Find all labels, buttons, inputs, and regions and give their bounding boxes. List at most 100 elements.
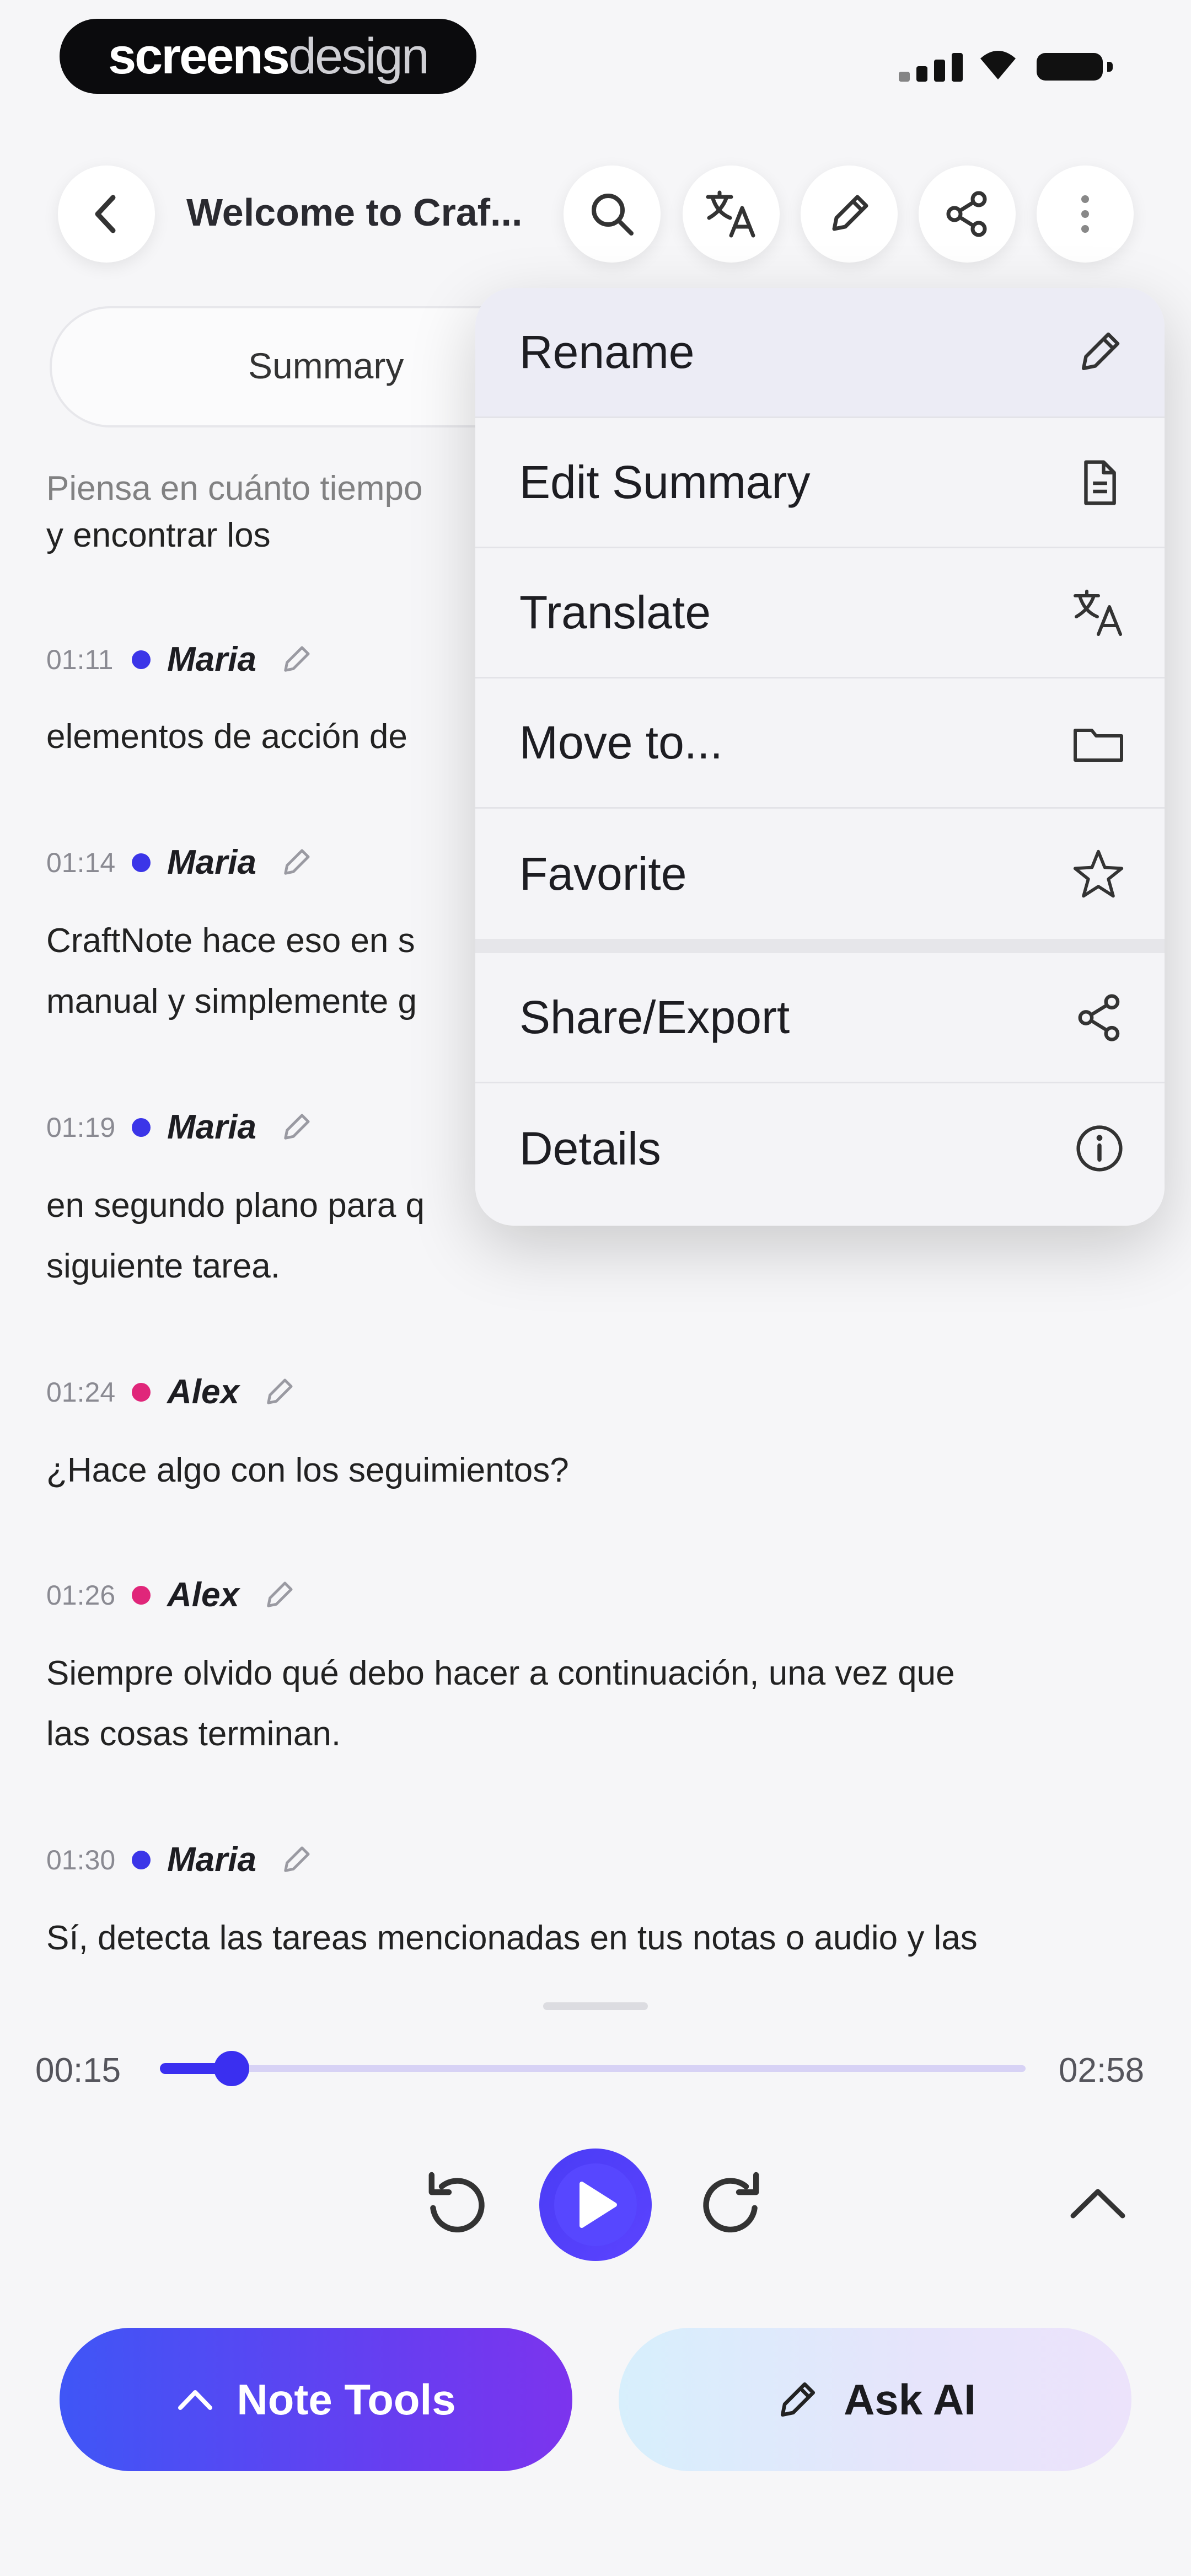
star-icon — [1073, 849, 1124, 898]
transcript-line: y encontrar los — [46, 516, 271, 554]
more-vertical-icon — [1081, 195, 1089, 233]
transcript-line: elementos de acción de — [46, 718, 407, 756]
note-tools-button[interactable]: Note Tools — [60, 2328, 572, 2471]
speaker-name[interactable]: Alex — [167, 1575, 239, 1615]
edit-speaker-icon[interactable] — [278, 642, 314, 677]
drag-handle[interactable] — [543, 2002, 648, 2010]
rewind-icon[interactable] — [420, 2168, 492, 2240]
current-time: 00:15 — [35, 2051, 121, 2089]
cellular-signal-icon — [899, 53, 963, 82]
info-icon — [1076, 1125, 1123, 1172]
timestamp: 01:19 — [46, 1111, 116, 1143]
transcript-entry-meta: 01:14 Maria — [46, 843, 314, 882]
transcript-line: manual y simplemente g — [46, 982, 417, 1020]
transcript-entry-meta: 01:30 Maria — [46, 1840, 314, 1879]
menu-item-label: Details — [519, 1122, 661, 1174]
timestamp: 01:30 — [46, 1844, 116, 1875]
pencil-icon — [1082, 332, 1120, 370]
menu-item-rename[interactable]: Rename — [475, 288, 1165, 418]
transcript-line: Piensa en cuánto tiempo — [46, 469, 423, 507]
menu-item-label: Favorite — [519, 847, 687, 900]
brand-bold-text: screens — [108, 28, 290, 84]
screensdesign-logo: screens design — [60, 19, 476, 94]
menu-item-label: Move to... — [519, 717, 723, 768]
sparkle-pen-icon — [781, 2382, 816, 2417]
edit-speaker-icon[interactable] — [278, 1110, 314, 1145]
search-button[interactable] — [564, 165, 661, 263]
menu-item-label: Edit Summary — [519, 456, 811, 508]
menu-item-label: Rename — [519, 326, 695, 378]
timestamp: 01:24 — [46, 1376, 116, 1408]
note-tools-label: Note Tools — [237, 2375, 456, 2424]
fast-forward-icon[interactable] — [696, 2168, 768, 2240]
progress-thumb[interactable] — [214, 2051, 249, 2086]
play-icon — [580, 2182, 617, 2228]
speaker-name[interactable]: Maria — [167, 1840, 256, 1879]
brand-light-text: design — [288, 28, 430, 84]
speaker-dot — [132, 1118, 151, 1137]
menu-item-share-export[interactable]: Share/Export — [475, 953, 1165, 1083]
transcript-entry-meta: 01:24 Alex — [46, 1372, 297, 1412]
menu-item-label: Translate — [519, 586, 711, 638]
share-icon — [1078, 993, 1120, 1041]
menu-item-edit-summary[interactable]: Edit Summary — [475, 418, 1165, 548]
speaker-dot — [132, 1585, 151, 1605]
share-icon — [946, 191, 987, 237]
speaker-dot — [132, 1382, 151, 1402]
menu-item-favorite[interactable]: Favorite — [475, 809, 1165, 939]
edit-button[interactable] — [801, 165, 898, 263]
share-button[interactable] — [919, 165, 1016, 263]
document-icon — [1084, 459, 1116, 505]
translate-icon — [706, 190, 755, 238]
chevron-up-icon — [178, 2390, 213, 2410]
back-button[interactable] — [58, 165, 155, 263]
transcript-line: en segundo plano para q — [46, 1187, 425, 1225]
menu-item-label: Share/Export — [519, 991, 790, 1043]
folder-icon — [1074, 728, 1123, 762]
menu-item-details[interactable]: Details — [475, 1083, 1165, 1214]
timestamp: 01:26 — [46, 1579, 116, 1611]
edit-speaker-icon[interactable] — [261, 1578, 297, 1613]
menu-item-translate[interactable]: Translate — [475, 548, 1165, 678]
transcript-line: siguiente tarea. — [46, 1247, 280, 1285]
play-button[interactable] — [539, 2149, 652, 2261]
transcript-line: las cosas terminan. — [46, 1715, 341, 1753]
page-title: Welcome to Craf... — [186, 191, 523, 234]
timestamp: 01:14 — [46, 847, 116, 878]
transcript-entry-meta: 01:11 Maria — [46, 640, 314, 679]
translate-icon — [1074, 589, 1122, 636]
transcript-line: Siempre olvido qué debo hacer a continua… — [46, 1654, 955, 1692]
edit-speaker-icon[interactable] — [278, 1842, 314, 1878]
menu-item-move-to[interactable]: Move to... — [475, 678, 1165, 809]
timestamp: 01:11 — [46, 644, 114, 675]
chevron-up-icon[interactable] — [1067, 2182, 1128, 2226]
speaker-dot — [132, 853, 151, 872]
menu-separator — [475, 939, 1165, 953]
ask-ai-label: Ask AI — [844, 2375, 976, 2424]
edit-speaker-icon[interactable] — [278, 845, 314, 880]
pencil-icon — [832, 195, 868, 231]
chevron-left-icon — [95, 195, 116, 233]
transcript-line: Sí, detecta las tareas mencionadas en tu… — [46, 1919, 978, 1957]
more-options-menu: Rename Edit Summary Translate Move to...… — [475, 288, 1165, 1226]
transcript-entry-meta: 01:26 Alex — [46, 1575, 297, 1615]
transcript-line: CraftNote hace eso en s — [46, 922, 415, 960]
speaker-name[interactable]: Maria — [167, 1108, 256, 1147]
ask-ai-button[interactable]: Ask AI — [619, 2328, 1131, 2471]
transcript-entry-meta: 01:19 Maria — [46, 1108, 314, 1147]
speaker-name[interactable]: Maria — [167, 843, 256, 882]
transcript-line: ¿Hace algo con los seguimientos? — [46, 1451, 569, 1489]
search-icon — [592, 194, 634, 236]
tab-summary[interactable]: Summary — [248, 345, 404, 387]
speaker-dot — [132, 1850, 151, 1869]
battery-icon — [1037, 53, 1113, 81]
translate-button[interactable] — [683, 165, 780, 263]
speaker-dot — [132, 650, 151, 669]
progress-track[interactable] — [160, 2065, 1026, 2072]
wifi-icon — [980, 51, 1016, 79]
speaker-name[interactable]: Alex — [167, 1372, 239, 1412]
edit-speaker-icon[interactable] — [261, 1375, 297, 1410]
speaker-name[interactable]: Maria — [167, 640, 256, 679]
play-button-inner — [554, 2163, 637, 2246]
more-options-button[interactable] — [1037, 165, 1134, 263]
